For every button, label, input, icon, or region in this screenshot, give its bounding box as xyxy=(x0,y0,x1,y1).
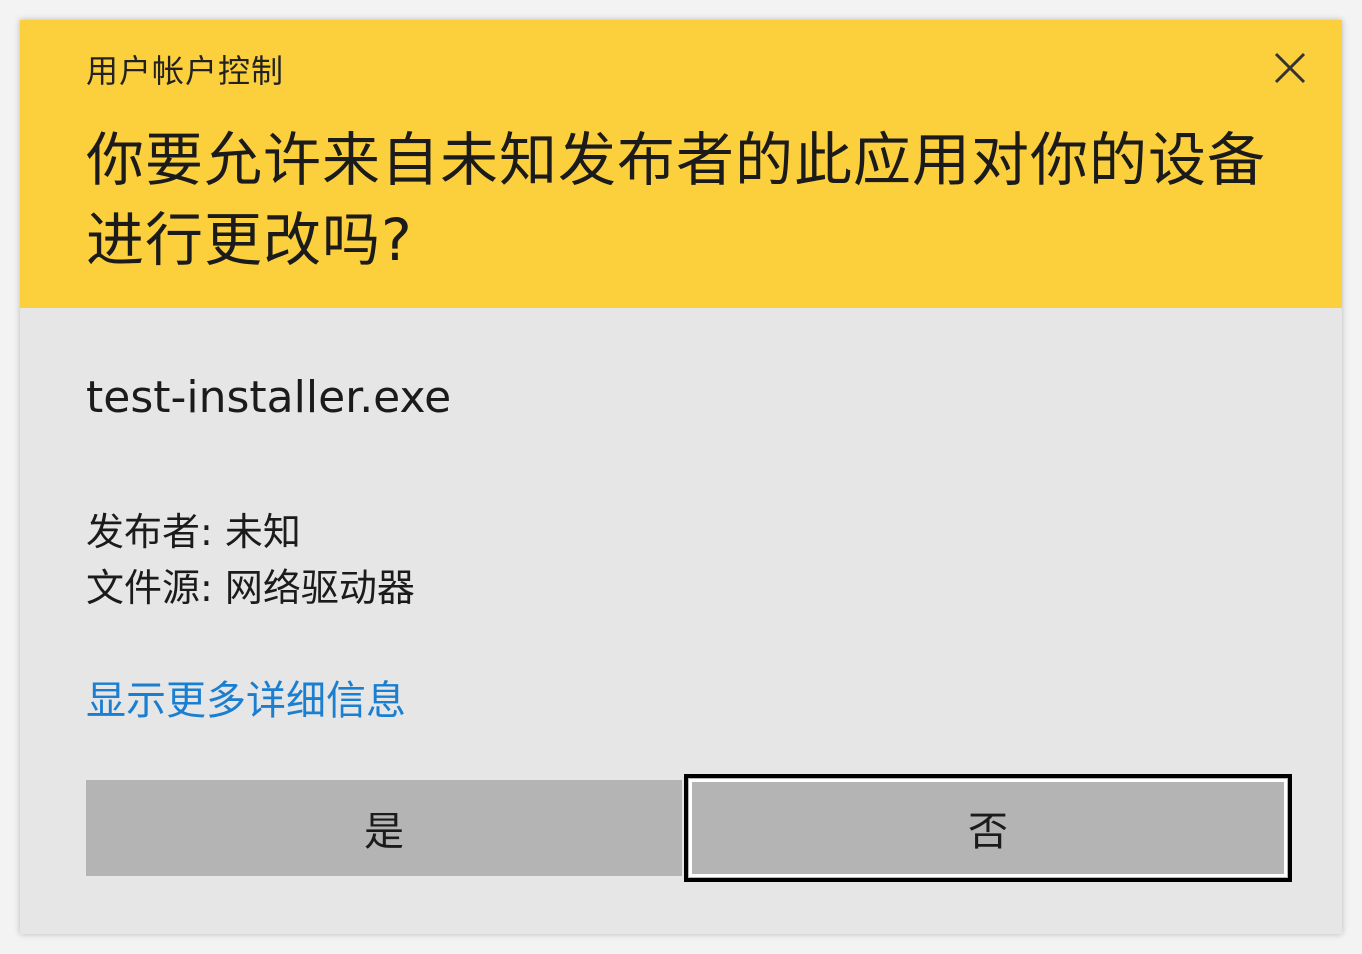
dialog-title: 用户帐户控制 xyxy=(86,52,285,90)
app-name: test-installer.exe xyxy=(86,372,452,423)
close-icon xyxy=(1274,52,1306,84)
yes-button[interactable]: 是 xyxy=(86,780,682,876)
uac-dialog: 用户帐户控制 你要允许来自未知发布者的此应用对你的设备进行更改吗? test-i… xyxy=(20,20,1342,934)
publisher-line: 发布者: 未知 xyxy=(86,510,301,554)
source-line: 文件源: 网络驱动器 xyxy=(86,566,415,610)
dialog-body: test-installer.exe 发布者: 未知 文件源: 网络驱动器 显示… xyxy=(20,308,1342,934)
show-more-details-link[interactable]: 显示更多详细信息 xyxy=(86,668,406,726)
dialog-question: 你要允许来自未知发布者的此应用对你的设备进行更改吗? xyxy=(86,126,1267,274)
app-info: 发布者: 未知 文件源: 网络驱动器 xyxy=(86,504,415,616)
close-button[interactable] xyxy=(1268,46,1312,90)
dialog-header: 用户帐户控制 你要允许来自未知发布者的此应用对你的设备进行更改吗? xyxy=(20,20,1342,308)
no-button[interactable]: 否 xyxy=(684,774,1292,882)
